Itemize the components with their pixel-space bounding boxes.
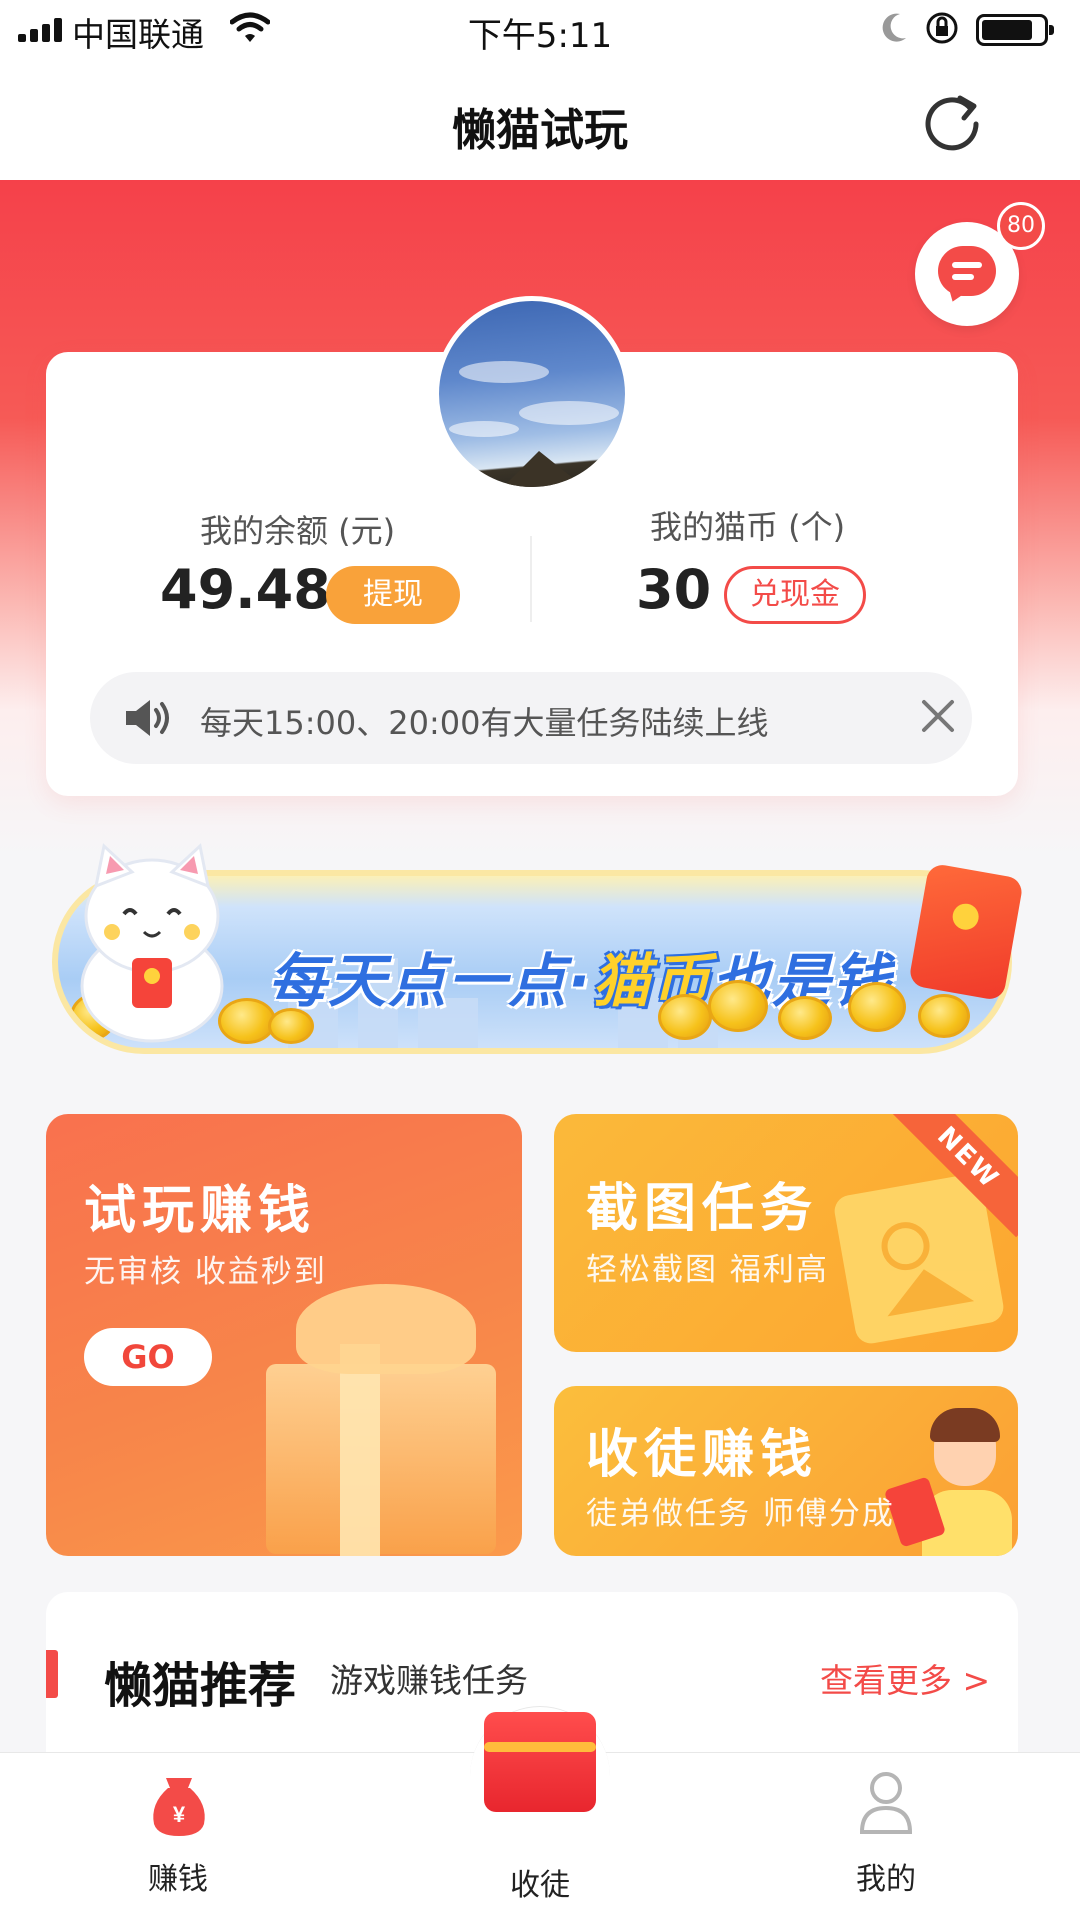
svg-text:¥: ¥	[173, 1802, 186, 1827]
avatar[interactable]	[434, 296, 630, 492]
invite-earn-tile[interactable]: 收徒赚钱 徒弟做任务 师傅分成	[554, 1386, 1018, 1556]
recommend-title: 懒猫推荐	[104, 1658, 297, 1714]
notice-bar: 每天15:00、20:00有大量任务陆续上线	[90, 672, 972, 764]
section-accent-bar	[46, 1650, 58, 1698]
exchange-cash-button[interactable]: 兑现金	[724, 566, 866, 624]
refresh-icon[interactable]	[920, 88, 984, 152]
trial-tile-subtitle: 无审核 收益秒到	[84, 1254, 327, 1290]
close-icon[interactable]	[918, 696, 958, 736]
tab-invite-label: 收徒	[510, 1868, 570, 1903]
status-bar: 中国联通 下午5:11	[0, 0, 1080, 60]
trial-earn-tile[interactable]: 试玩赚钱 无审核 收益秒到 GO	[46, 1114, 522, 1556]
coins-value: 30	[636, 558, 712, 621]
message-count-badge: 80	[997, 202, 1045, 250]
screenshot-tile-subtitle: 轻松截图 福利高	[586, 1252, 829, 1288]
invite-tile-title: 收徒赚钱	[586, 1425, 819, 1485]
lucky-cat-icon	[80, 843, 224, 1043]
speaker-icon	[126, 700, 169, 736]
nav-bar: 懒猫试玩	[0, 60, 1080, 180]
invite-tile-subtitle: 徒弟做任务 师傅分成	[586, 1496, 895, 1532]
do-not-disturb-icon	[882, 13, 906, 42]
withdraw-button[interactable]: 提现	[326, 566, 460, 624]
screenshot-tile-title: 截图任务	[586, 1179, 819, 1239]
page-title: 懒猫试玩	[452, 105, 628, 156]
recommend-subtitle: 游戏赚钱任务	[330, 1661, 528, 1700]
notice-text: 每天15:00、20:00有大量任务陆续上线	[200, 704, 769, 742]
red-envelope-tab-icon	[484, 1712, 596, 1812]
balance-label: 我的余额 (元)	[200, 512, 396, 550]
tab-earn-label: 赚钱	[148, 1862, 208, 1897]
view-more-link[interactable]: 查看更多 >	[820, 1654, 990, 1702]
tab-mine-label: 我的	[856, 1862, 916, 1897]
screenshot-task-tile[interactable]: NEW 截图任务 轻松截图 福利高	[554, 1114, 1018, 1352]
user-icon	[859, 1772, 913, 1834]
trial-tile-title: 试玩赚钱	[84, 1181, 317, 1241]
orientation-lock-icon	[926, 12, 958, 44]
money-bag-icon: ¥	[153, 1778, 205, 1836]
status-time: 下午5:11	[467, 16, 613, 56]
gift-icon	[296, 1284, 476, 1374]
balance-value: 49.48	[160, 558, 331, 621]
card-divider	[530, 536, 532, 622]
person-icon	[883, 1404, 1012, 1556]
go-button[interactable]: GO	[84, 1328, 212, 1386]
coins-label: 我的猫币 (个)	[650, 508, 846, 546]
battery-icon	[976, 14, 1054, 46]
